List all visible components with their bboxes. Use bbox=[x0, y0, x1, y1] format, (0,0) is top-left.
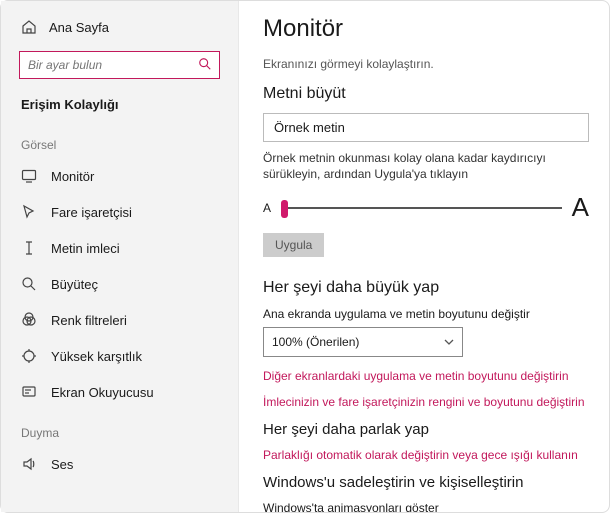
link-brightness[interactable]: Parlaklığı otomatik olarak değiştirin ve… bbox=[263, 448, 589, 462]
slider-hint: Örnek metnin okunması kolay olana kadar … bbox=[263, 150, 589, 182]
slider-track[interactable] bbox=[281, 207, 562, 209]
main-content: Monitör Ekranınızı görmeyi kolaylaştırın… bbox=[239, 1, 609, 512]
section-text-bigger: Metni büyüt bbox=[263, 85, 589, 103]
scale-label: Ana ekranda uygulama ve metin boyutunu d… bbox=[263, 307, 589, 321]
section-simplify: Windows'u sadeleştirin ve kişiselleştiri… bbox=[263, 474, 589, 491]
nav-item-mouse-pointer[interactable]: Fare işaretçisi bbox=[1, 194, 238, 230]
chevron-down-icon bbox=[444, 337, 454, 347]
text-cursor-icon bbox=[21, 240, 37, 256]
scale-dropdown[interactable]: 100% (Önerilen) bbox=[263, 327, 463, 357]
section-brighter: Her şeyi daha parlak yap bbox=[263, 421, 589, 438]
color-filters-icon bbox=[21, 312, 37, 328]
home-label: Ana Sayfa bbox=[49, 20, 109, 35]
page-description: Ekranınızı görmeyi kolaylaştırın. bbox=[263, 57, 589, 71]
slider-label-small: A bbox=[263, 201, 271, 215]
nav-item-audio[interactable]: Ses bbox=[1, 446, 238, 482]
home-icon bbox=[21, 19, 37, 35]
monitor-icon bbox=[21, 168, 37, 184]
nav-list-visual: Monitör Fare işaretçisi Metin imleci Büy… bbox=[1, 158, 238, 410]
group-visual-label: Görsel bbox=[1, 122, 238, 158]
contrast-icon bbox=[21, 348, 37, 364]
slider-thumb[interactable] bbox=[281, 200, 288, 218]
page-title: Monitör bbox=[263, 15, 589, 43]
cursor-icon bbox=[21, 204, 37, 220]
search-input[interactable] bbox=[19, 51, 220, 79]
nav-label: Metin imleci bbox=[51, 241, 120, 256]
nav-item-magnifier[interactable]: Büyüteç bbox=[1, 266, 238, 302]
sidebar: Ana Sayfa Erişim Kolaylığı Görsel Monitö… bbox=[1, 1, 239, 512]
nav-item-narrator[interactable]: Ekran Okuyucusu bbox=[1, 374, 238, 410]
search-icon bbox=[198, 57, 212, 71]
nav-label: Büyüteç bbox=[51, 277, 98, 292]
nav-label: Ekran Okuyucusu bbox=[51, 385, 154, 400]
section-everything-bigger: Her şeyi daha büyük yap bbox=[263, 279, 589, 297]
scale-value: 100% (Önerilen) bbox=[272, 335, 359, 349]
magnifier-icon bbox=[21, 276, 37, 292]
sample-text-box: Örnek metin bbox=[263, 113, 589, 142]
link-cursor-pointer[interactable]: İmlecinizin ve fare işaretçinizin rengin… bbox=[263, 395, 589, 409]
home-link[interactable]: Ana Sayfa bbox=[1, 13, 238, 41]
category-title: Erişim Kolaylığı bbox=[1, 89, 238, 122]
group-hearing-label: Duyma bbox=[1, 410, 238, 446]
nav-label: Yüksek karşıtlık bbox=[51, 349, 142, 364]
narrator-icon bbox=[21, 384, 37, 400]
nav-item-text-cursor[interactable]: Metin imleci bbox=[1, 230, 238, 266]
nav-label: Monitör bbox=[51, 169, 94, 184]
search-wrap bbox=[19, 51, 220, 79]
apply-button[interactable]: Uygula bbox=[263, 233, 324, 257]
animations-label: Windows'ta animasyonları göster bbox=[263, 501, 589, 512]
nav-label: Ses bbox=[51, 457, 73, 472]
slider-label-big: A bbox=[572, 192, 589, 223]
nav-label: Renk filtreleri bbox=[51, 313, 127, 328]
text-size-slider[interactable]: A A bbox=[263, 192, 589, 223]
audio-icon bbox=[21, 456, 37, 472]
nav-list-hearing: Ses bbox=[1, 446, 238, 482]
nav-item-color-filters[interactable]: Renk filtreleri bbox=[1, 302, 238, 338]
link-other-displays[interactable]: Diğer ekranlardaki uygulama ve metin boy… bbox=[263, 369, 589, 383]
nav-item-monitor[interactable]: Monitör bbox=[1, 158, 238, 194]
nav-label: Fare işaretçisi bbox=[51, 205, 132, 220]
nav-item-high-contrast[interactable]: Yüksek karşıtlık bbox=[1, 338, 238, 374]
